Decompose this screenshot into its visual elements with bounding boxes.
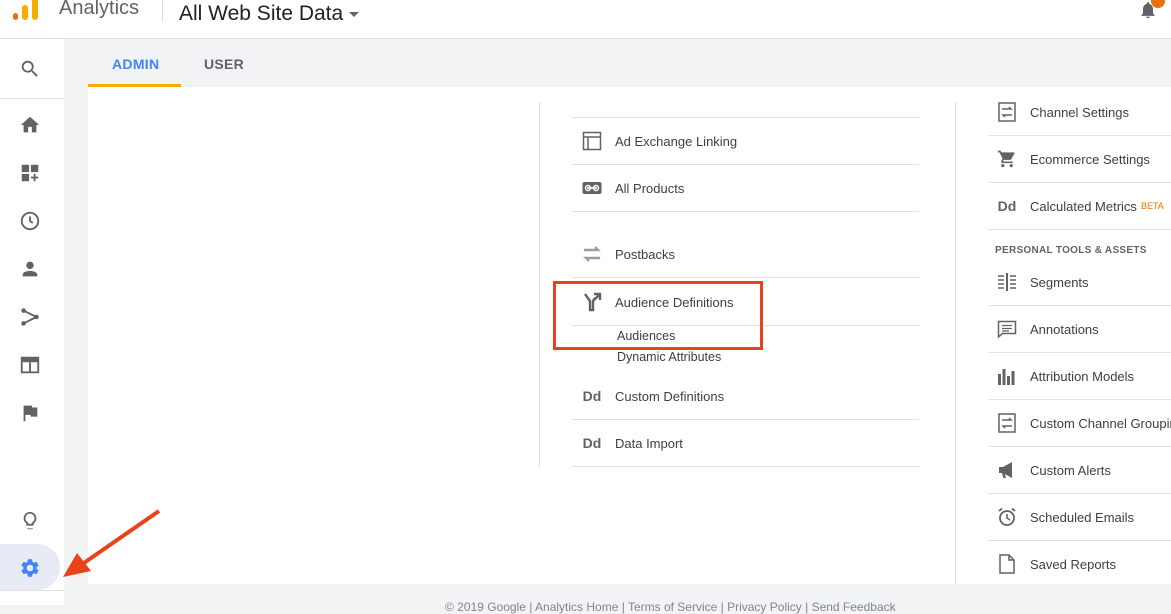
dd-icon: Dd xyxy=(582,435,602,451)
flag-conversions-icon[interactable] xyxy=(18,401,42,425)
acquisition-icon[interactable] xyxy=(18,305,42,329)
header-divider xyxy=(162,0,163,22)
lightbulb-icon[interactable] xyxy=(18,509,42,533)
segments-label: Segments xyxy=(1030,274,1089,290)
all-products-label: All Products xyxy=(615,180,685,196)
postbacks-item[interactable]: Postbacks xyxy=(573,231,919,278)
tab-user[interactable]: USER xyxy=(204,56,244,72)
scheduled-emails-item[interactable]: Scheduled Emails xyxy=(989,494,1171,541)
ecommerce-settings-label: Ecommerce Settings xyxy=(1030,151,1150,167)
app-name: Analytics xyxy=(59,0,140,19)
custom-definitions-label: Custom Definitions xyxy=(615,388,725,404)
customization-icon[interactable] xyxy=(18,161,42,185)
admin-tabs: ADMIN USER xyxy=(88,39,1171,87)
annotations-item[interactable]: Annotations xyxy=(989,306,1171,353)
segments-icon xyxy=(995,270,1019,294)
cart-icon xyxy=(995,147,1019,171)
nav-divider-bottom xyxy=(0,590,64,591)
property-name: All Web Site Data xyxy=(179,2,344,25)
gear-admin-icon[interactable] xyxy=(18,556,42,580)
notifications-bell-icon[interactable] xyxy=(1138,0,1165,20)
column-divider xyxy=(539,102,540,467)
dd-icon: Dd xyxy=(582,388,602,404)
all-products-item[interactable]: All Products xyxy=(573,165,919,212)
ad-exchange-icon xyxy=(580,129,604,153)
postbacks-label: Postbacks xyxy=(615,246,675,262)
ad-exchange-linking-label: Ad Exchange Linking xyxy=(615,133,738,149)
annotations-label: Annotations xyxy=(1030,321,1099,337)
footer-links[interactable]: © 2019 Google | Analytics Home | Terms o… xyxy=(445,600,896,614)
annotation-highlight-box xyxy=(553,281,763,350)
behavior-icon[interactable] xyxy=(18,353,42,377)
saved-reports-item[interactable]: Saved Reports xyxy=(989,541,1171,588)
channel-settings-label: Channel Settings xyxy=(1030,104,1130,120)
calculated-metrics-item[interactable]: Dd Calculated Metrics BETA xyxy=(989,183,1171,230)
dynamic-attributes-link[interactable]: Dynamic Attributes xyxy=(617,350,721,364)
data-import-item[interactable]: Dd Data Import xyxy=(573,420,919,467)
custom-channel-grouping-label: Custom Channel Grouping xyxy=(1030,415,1171,431)
document-icon xyxy=(995,552,1019,576)
calculated-metrics-label: Calculated Metrics xyxy=(1030,198,1137,214)
tab-admin[interactable]: ADMIN xyxy=(112,56,159,72)
home-icon[interactable] xyxy=(18,113,42,137)
ad-exchange-linking-item[interactable]: Ad Exchange Linking xyxy=(573,118,919,165)
search-icon[interactable] xyxy=(18,57,42,81)
custom-channel-icon xyxy=(995,411,1019,435)
custom-alerts-item[interactable]: Custom Alerts xyxy=(989,447,1171,494)
attribution-icon xyxy=(995,364,1019,388)
annotations-icon xyxy=(995,317,1019,341)
link-icon xyxy=(580,176,604,200)
clock-realtime-icon[interactable] xyxy=(18,209,42,233)
annotation-arrow xyxy=(63,509,161,577)
channel-settings-icon xyxy=(995,100,1019,124)
ecommerce-settings-item[interactable]: Ecommerce Settings xyxy=(989,136,1171,183)
channel-settings-item[interactable]: Channel Settings xyxy=(989,89,1171,136)
nav-divider xyxy=(0,98,64,99)
attribution-models-label: Attribution Models xyxy=(1030,368,1135,384)
property-selector[interactable]: All Web Site Data xyxy=(179,2,360,26)
dd-icon: Dd xyxy=(997,198,1017,214)
custom-alerts-label: Custom Alerts xyxy=(1030,462,1111,478)
top-header: Analytics All Web Site Data xyxy=(0,0,1171,39)
beta-badge: BETA xyxy=(1140,201,1164,211)
scheduled-emails-label: Scheduled Emails xyxy=(1030,509,1135,525)
custom-definitions-item[interactable]: Dd Custom Definitions xyxy=(573,373,919,420)
attribution-models-item[interactable]: Attribution Models xyxy=(989,353,1171,400)
person-audience-icon[interactable] xyxy=(18,257,42,281)
custom-channel-grouping-item[interactable]: Custom Channel Grouping xyxy=(989,400,1171,447)
segments-item[interactable]: Segments xyxy=(989,259,1171,306)
postbacks-icon xyxy=(580,242,604,266)
notification-badge xyxy=(1151,0,1165,8)
megaphone-icon xyxy=(995,458,1019,482)
caret-down-icon xyxy=(349,11,360,17)
analytics-logo[interactable] xyxy=(13,0,43,22)
personal-tools-header: PERSONAL TOOLS & ASSETS xyxy=(995,245,1147,256)
alarm-icon xyxy=(995,505,1019,529)
data-import-label: Data Import xyxy=(615,435,683,451)
column-divider xyxy=(955,102,956,584)
saved-reports-label: Saved Reports xyxy=(1030,556,1116,572)
